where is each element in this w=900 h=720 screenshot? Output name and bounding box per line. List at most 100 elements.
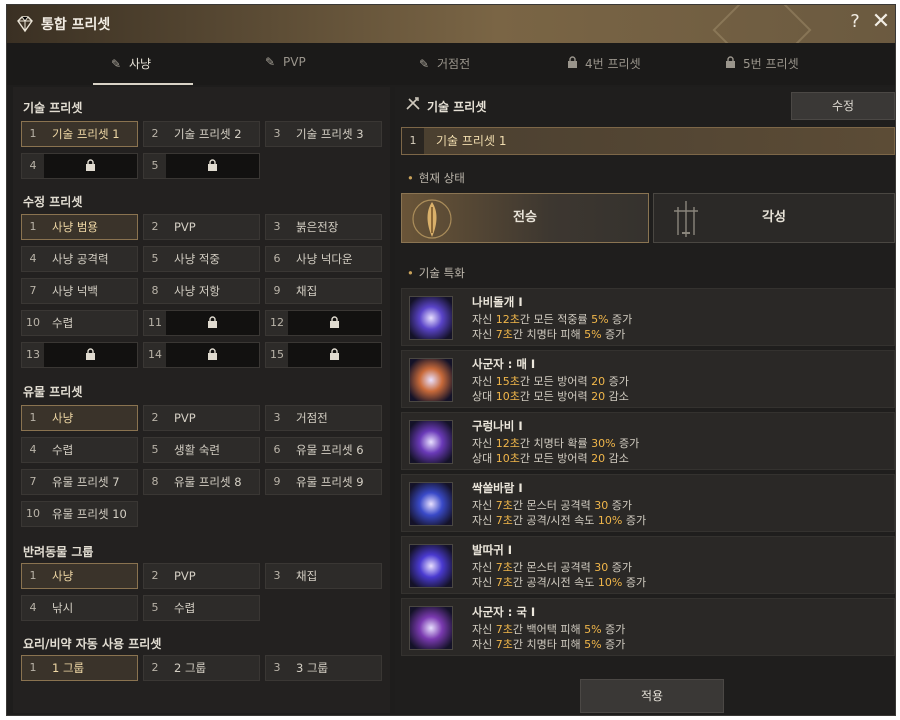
locked-preset-slot[interactable]: 15 — [265, 342, 382, 368]
state-awakening-card[interactable]: 각성 — [653, 193, 895, 243]
skill-row[interactable]: 발따귀 I 자신 7초간 몬스터 공격력 30 증가 자신 7초간 공격/시전 속도… — [401, 536, 895, 594]
preset-slot[interactable]: 8 유물 프리셋 8 — [143, 469, 260, 495]
locked-preset-slot[interactable]: 12 — [265, 310, 382, 336]
help-button[interactable]: ? — [845, 11, 865, 32]
preset-slot[interactable]: 6 사냥 넉다운 — [265, 246, 382, 272]
slot-label: 사냥 넉다운 — [296, 252, 353, 266]
tab-preset-5[interactable]: 5번 프리셋 — [725, 55, 799, 73]
preset-slot[interactable]: 2 2 그룹 — [143, 655, 260, 681]
slot-label: 유물 프리셋 8 — [174, 475, 242, 489]
slot-number: 2 — [151, 569, 159, 582]
skill-row[interactable]: 사군자 : 매 I 자신 15초간 모든 방어력 20 증가 상대 10초간 모든 … — [401, 350, 895, 408]
tab-siege[interactable]: ✎ 거점전 — [419, 55, 470, 73]
preset-slot[interactable]: 1 1 그룹 — [21, 655, 138, 681]
skill-effect-line: 자신 7초간 공격/시전 속도 10% 증가 — [472, 514, 647, 527]
lock-icon — [288, 316, 381, 331]
skill-row[interactable]: 싹쓸바람 I 자신 7초간 몬스터 공격력 30 증가 자신 7초간 공격/시전 속… — [401, 474, 895, 532]
preset-slot[interactable]: 3 3 그룹 — [265, 655, 382, 681]
slot-number: 3 — [273, 411, 281, 424]
skill-effect-line: 자신 12초간 치명타 확률 30% 증가 — [472, 437, 640, 450]
locked-slot-area — [166, 311, 259, 335]
skill-name: 나비돌개 I — [472, 295, 523, 309]
close-button[interactable]: ✕ — [871, 9, 891, 34]
preset-slot[interactable]: 4 사냥 공격력 — [21, 246, 138, 272]
preset-slot[interactable]: 4 수렵 — [21, 437, 138, 463]
skill-row[interactable]: 구렁나비 I 자신 12초간 치명타 확률 30% 증가 상대 10초간 모든 방어… — [401, 412, 895, 470]
preset-slot[interactable]: 9 채집 — [265, 278, 382, 304]
preset-slot[interactable]: 9 유물 프리셋 9 — [265, 469, 382, 495]
crossed-tools-icon — [405, 97, 421, 114]
preset-slot[interactable]: 3 기술 프리셋 3 — [265, 121, 382, 147]
preset-slot[interactable]: 7 유물 프리셋 7 — [21, 469, 138, 495]
tab-pvp[interactable]: ✎ PVP — [265, 55, 306, 73]
slot-number: 1 — [29, 661, 37, 674]
slot-label: 붉은전장 — [296, 220, 339, 234]
preset-slot[interactable]: 1 기술 프리셋 1 — [21, 121, 138, 147]
current-skill-preset[interactable]: 1 기술 프리셋 1 — [401, 127, 895, 155]
locked-slot-area — [166, 154, 259, 178]
tab-preset-4[interactable]: 4번 프리셋 — [567, 55, 641, 73]
skill-icon — [409, 358, 453, 402]
slot-label: 수렵 — [52, 443, 74, 457]
preset-slot[interactable]: 10 수렵 — [21, 310, 138, 336]
edit-button[interactable]: 수정 — [791, 92, 895, 120]
pencil-icon: ✎ — [111, 57, 122, 71]
preset-slot[interactable]: 10 유물 프리셋 10 — [21, 501, 138, 527]
slot-label: PVP — [174, 569, 196, 583]
locked-preset-slot[interactable]: 11 — [143, 310, 260, 336]
tab-hunting[interactable]: ✎ 사냥 — [111, 55, 151, 73]
preset-slot[interactable]: 6 유물 프리셋 6 — [265, 437, 382, 463]
preset-slot[interactable]: 3 채집 — [265, 563, 382, 589]
preset-slot[interactable]: 3 거점전 — [265, 405, 382, 431]
preset-slot[interactable]: 2 PVP — [143, 405, 260, 431]
preset-slot[interactable]: 2 PVP — [143, 563, 260, 589]
locked-preset-slot[interactable]: 4 — [21, 153, 138, 179]
slot-label: 유물 프리셋 7 — [52, 475, 120, 489]
slot-number: 3 — [273, 661, 281, 674]
current-state-title: • 현재 상태 — [407, 171, 465, 185]
lock-icon — [166, 159, 259, 174]
preset-slot[interactable]: 5 사냥 적중 — [143, 246, 260, 272]
preset-slot[interactable]: 7 사냥 넉백 — [21, 278, 138, 304]
slot-number: 1 — [29, 411, 37, 424]
slot-number: 13 — [26, 348, 40, 361]
skill-effect-line: 자신 15초간 모든 방어력 20 증가 — [472, 375, 629, 388]
skill-effect-line: 자신 7초간 치명타 피해 5% 증가 — [472, 638, 626, 651]
preset-slot[interactable]: 1 사냥 — [21, 563, 138, 589]
preset-detail-panel: 기술 프리셋 수정 1 기술 프리셋 1 • 현재 상태 전승 각성 • 기술 특화… — [395, 87, 895, 713]
apply-button[interactable]: 적용 — [580, 679, 724, 713]
slot-number: 9 — [273, 475, 281, 488]
state-succession-card[interactable]: 전승 — [401, 193, 649, 243]
locked-preset-slot[interactable]: 14 — [143, 342, 260, 368]
lock-icon — [166, 316, 259, 331]
slot-label: 유물 프리셋 6 — [296, 443, 364, 457]
slot-label: 사냥 저항 — [174, 284, 220, 298]
window-title: 통합 프리셋 — [41, 17, 111, 33]
slot-number: 5 — [151, 443, 159, 456]
preset-slot[interactable]: 1 사냥 범용 — [21, 214, 138, 240]
food-preset-title: 요리/비약 자동 사용 프리셋 — [23, 637, 162, 651]
preset-slot[interactable]: 4 낚시 — [21, 595, 138, 621]
skill-name: 발따귀 I — [472, 543, 513, 557]
slot-number: 6 — [273, 443, 281, 456]
locked-preset-slot[interactable]: 13 — [21, 342, 138, 368]
preset-slot[interactable]: 1 사냥 — [21, 405, 138, 431]
detail-header: 기술 프리셋 — [405, 97, 486, 115]
slot-label: 사냥 공격력 — [52, 252, 109, 266]
locked-preset-slot[interactable]: 5 — [143, 153, 260, 179]
preset-slot[interactable]: 2 기술 프리셋 2 — [143, 121, 260, 147]
slot-number: 3 — [273, 569, 281, 582]
skill-row[interactable]: 나비돌개 I 자신 12초간 모든 적중률 5% 증가 자신 7초간 치명타 피해 … — [401, 288, 895, 346]
slot-number: 10 — [26, 316, 40, 329]
preset-slot[interactable]: 2 PVP — [143, 214, 260, 240]
skill-name: 구렁나비 I — [472, 419, 523, 433]
preset-slot[interactable]: 5 생활 숙련 — [143, 437, 260, 463]
skill-row[interactable]: 사군자 : 국 I 자신 7초간 백어택 피해 5% 증가 자신 7초간 치명타 피… — [401, 598, 895, 656]
slot-label: 유물 프리셋 10 — [52, 507, 127, 521]
preset-label: 기술 프리셋 1 — [436, 134, 507, 148]
preset-slot[interactable]: 8 사냥 저항 — [143, 278, 260, 304]
slot-number: 4 — [29, 252, 37, 265]
slot-number: 4 — [29, 443, 37, 456]
preset-slot[interactable]: 5 수렵 — [143, 595, 260, 621]
preset-slot[interactable]: 3 붉은전장 — [265, 214, 382, 240]
